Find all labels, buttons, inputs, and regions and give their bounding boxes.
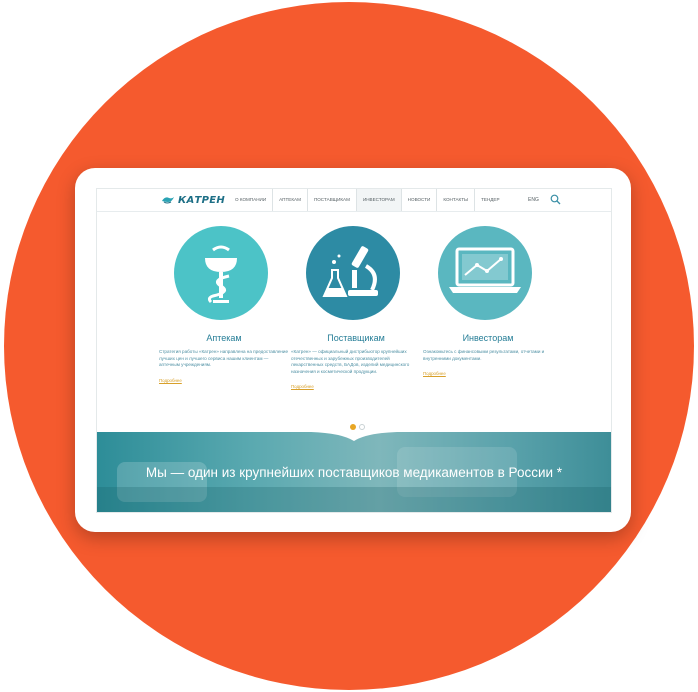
pharmacy-bowl-of-hygieia-icon (205, 245, 237, 304)
nav-item-tender[interactable]: Тендер (475, 189, 505, 211)
card-icon-circle (306, 226, 400, 320)
slider-pagination (350, 424, 365, 430)
website-screen: КАТРЕН О компании Аптекам Поставщикам Ин… (96, 188, 612, 513)
nav-item-suppliers[interactable]: Поставщикам (308, 189, 357, 211)
laptop-chart-icon (449, 247, 521, 293)
banner-background-shape (97, 487, 611, 512)
card-more-link[interactable]: Подробнее (291, 384, 314, 389)
microscope-flask-icon (322, 246, 378, 297)
card-investors: Инвесторам Ознакомьтесь с финансовыми ре… (423, 226, 553, 380)
top-navigation: КАТРЕН О компании Аптекам Поставщикам Ин… (97, 189, 611, 212)
card-description: Стратегия работы «Катрен» направлена на … (159, 349, 289, 368)
card-icon-circle (438, 226, 532, 320)
card-description: «Катрен» — официальный дистрибьютор круп… (291, 349, 410, 374)
language-switch[interactable]: ENG (528, 197, 539, 203)
card-description: Ознакомьтесь с финансовыми результатами,… (423, 349, 545, 361)
banner-headline: Мы — один из крупнейших поставщиков меди… (145, 465, 563, 480)
card-pharmacies: Аптекам Стратегия работы «Катрен» направ… (159, 226, 289, 387)
card-title: Аптекам (206, 333, 242, 343)
pagination-dot-active[interactable] (350, 424, 356, 430)
nav-item-news[interactable]: Новости (402, 189, 438, 211)
search-icon[interactable] (550, 194, 561, 205)
card-icon-circle (174, 226, 268, 320)
card-suppliers: Поставщикам «Катрен» — официальный дистр… (291, 226, 421, 393)
card-more-link[interactable]: Подробнее (423, 371, 446, 376)
hero-banner: Мы — один из крупнейших поставщиков меди… (97, 431, 611, 512)
nav-item-pharmacies[interactable]: Аптекам (273, 189, 308, 211)
logo-text: КАТРЕН (178, 194, 226, 206)
nav-item-investors[interactable]: Инвесторам (356, 189, 402, 211)
tablet-frame: КАТРЕН О компании Аптекам Поставщикам Ин… (75, 168, 631, 532)
logo[interactable]: КАТРЕН (161, 194, 225, 206)
main-menu: О компании Аптекам Поставщикам Инвестора… (229, 189, 506, 211)
katren-bird-logo-icon (162, 197, 174, 204)
pagination-dot[interactable] (359, 424, 365, 430)
card-title: Инвесторам (462, 333, 514, 343)
nav-item-contacts[interactable]: Контакты (437, 189, 476, 211)
nav-item-about[interactable]: О компании (229, 189, 274, 211)
banner-notch-shape (97, 431, 611, 441)
card-more-link[interactable]: Подробнее (159, 378, 182, 383)
card-title: Поставщикам (327, 333, 385, 343)
